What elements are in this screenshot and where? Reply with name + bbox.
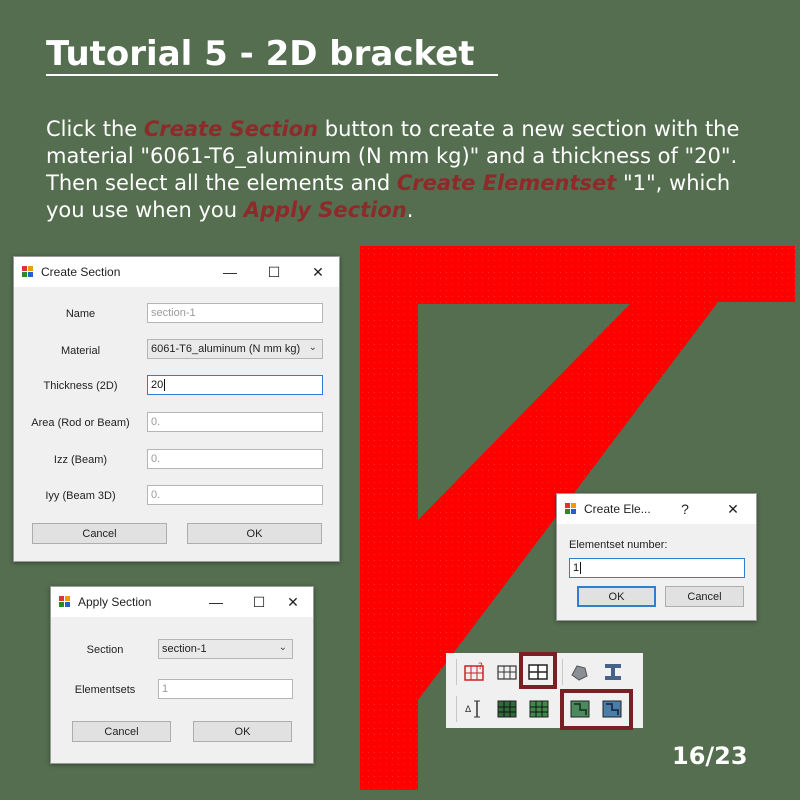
minimize-button[interactable]: — bbox=[208, 257, 252, 287]
highlight-box-elementset bbox=[519, 652, 557, 689]
thickness-label: Thickness (2D) bbox=[43, 380, 118, 392]
material-label: Material bbox=[60, 345, 101, 357]
thickness-field[interactable]: 20 bbox=[147, 375, 323, 395]
izz-label: Izz (Beam) bbox=[53, 454, 108, 466]
material-icon[interactable] bbox=[568, 661, 590, 683]
mesh-fill-icon[interactable] bbox=[528, 698, 550, 720]
app-icon bbox=[59, 596, 70, 607]
mesh-dark-icon[interactable] bbox=[496, 698, 518, 720]
cancel-button[interactable]: Cancel bbox=[72, 721, 171, 742]
dialog-title: Create Section bbox=[41, 265, 121, 279]
svg-text:Δ: Δ bbox=[465, 705, 472, 715]
ok-button[interactable]: OK bbox=[193, 721, 292, 742]
help-button[interactable]: ? bbox=[663, 494, 707, 524]
material-select[interactable]: 6061-T6_aluminum (N mm kg) ⌄ bbox=[147, 339, 323, 359]
app-icon bbox=[565, 503, 576, 514]
iyy-field[interactable]: 0. bbox=[147, 485, 323, 505]
close-button[interactable]: ✕ bbox=[296, 257, 340, 287]
thickness-value: 20 bbox=[151, 379, 164, 391]
toolbar-separator bbox=[456, 659, 457, 685]
apply-section-dialog: Apply Section — ☐ ✕ Section section-1 ⌄ … bbox=[50, 586, 314, 764]
name-field[interactable]: section-1 bbox=[147, 303, 323, 323]
app-icon bbox=[22, 266, 33, 277]
elementset-number-value: 1 bbox=[573, 562, 580, 574]
area-field[interactable]: 0. bbox=[147, 412, 323, 432]
close-button[interactable]: ✕ bbox=[711, 494, 755, 524]
create-elementset-titlebar[interactable]: Create Ele... ? ✕ bbox=[557, 494, 756, 524]
section-label: Section bbox=[86, 644, 124, 656]
create-section-titlebar[interactable]: Create Section — ☐ ✕ bbox=[14, 257, 339, 287]
ok-button[interactable]: OK bbox=[187, 523, 322, 544]
section-value: section-1 bbox=[162, 643, 207, 655]
apply-section-titlebar[interactable]: Apply Section — ☐ ✕ bbox=[51, 587, 313, 617]
elementsets-label: Elementsets bbox=[74, 684, 136, 696]
create-elementset-dialog: Create Ele... ? ✕ Elementset number: 1 O… bbox=[556, 493, 757, 621]
chevron-down-icon: ⌄ bbox=[278, 642, 287, 653]
dialog-title: Apply Section bbox=[78, 595, 152, 609]
material-value: 6061-T6_aluminum (N mm kg) bbox=[151, 343, 301, 355]
toolbar-separator bbox=[456, 696, 457, 722]
page-number: 16/23 bbox=[672, 742, 748, 770]
elementsets-field[interactable]: 1 bbox=[158, 679, 293, 699]
close-button[interactable]: ✕ bbox=[271, 587, 315, 617]
ok-button[interactable]: OK bbox=[577, 586, 656, 607]
name-label: Name bbox=[65, 308, 96, 320]
elementset-number-label: Elementset number: bbox=[569, 539, 668, 551]
chevron-down-icon: ⌄ bbox=[308, 342, 317, 353]
mesh-grid-icon[interactable] bbox=[496, 661, 518, 683]
cancel-button[interactable]: Cancel bbox=[665, 586, 744, 607]
dimension-icon[interactable]: Δ bbox=[464, 698, 486, 720]
maximize-button[interactable]: ☐ bbox=[252, 257, 296, 287]
svg-text:?: ? bbox=[478, 662, 483, 672]
section-select[interactable]: section-1 ⌄ bbox=[158, 639, 293, 659]
iyy-label: Iyy (Beam 3D) bbox=[45, 490, 116, 502]
toolbar-separator bbox=[562, 659, 563, 685]
create-section-dialog: Create Section — ☐ ✕ Name section-1 Mate… bbox=[13, 256, 340, 562]
section-icon[interactable] bbox=[602, 661, 624, 683]
elementset-number-field[interactable]: 1 bbox=[569, 558, 745, 578]
minimize-button[interactable]: — bbox=[194, 587, 238, 617]
izz-field[interactable]: 0. bbox=[147, 449, 323, 469]
create-mesh-icon[interactable]: ? bbox=[464, 661, 486, 683]
cancel-button[interactable]: Cancel bbox=[32, 523, 167, 544]
dialog-title: Create Ele... bbox=[584, 502, 651, 516]
highlight-box-section bbox=[560, 689, 633, 730]
area-label: Area (Rod or Beam) bbox=[31, 417, 130, 429]
